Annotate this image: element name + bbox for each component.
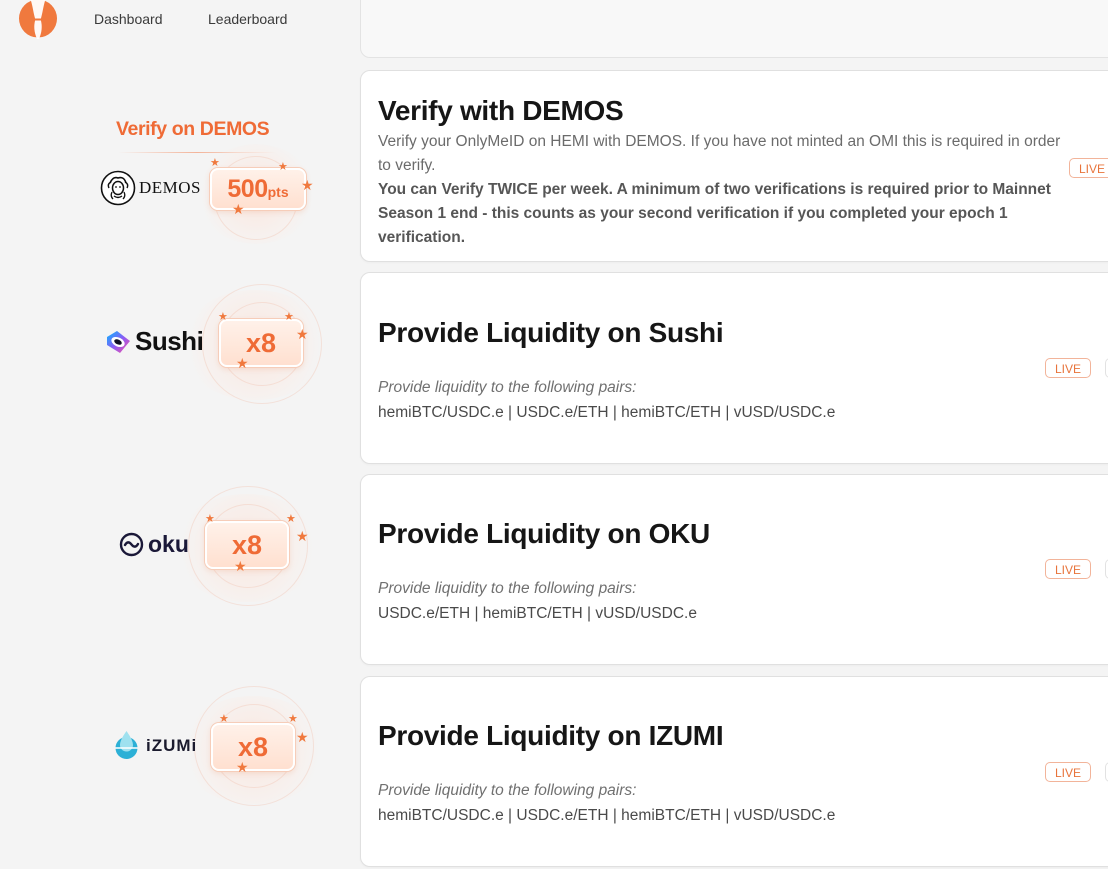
quest-card-izumi[interactable]: Provide Liquidity on IZUMI Provide liqui… (360, 676, 1108, 867)
izumi-drop-icon (115, 731, 138, 759)
star-icon: ★ (286, 513, 296, 525)
quest-promo-demos: Verify on DEMOS DEMOS 500pts ★ ★ ★ ★ (0, 118, 360, 268)
sushi-icon (107, 331, 130, 353)
star-icon: ★ (278, 161, 288, 173)
nav-dashboard[interactable]: Dashboard (94, 11, 163, 27)
quest-description: Verify your OnlyMeID on HEMI with DEMOS.… (378, 133, 1061, 174)
reward-badge: x8 (211, 723, 295, 771)
star-icon: ★ (284, 311, 294, 323)
reward-value: 500 (227, 175, 268, 203)
star-icon: ★ (236, 759, 249, 775)
demos-medusa-icon (100, 170, 136, 206)
live-badge: LIVE (1045, 358, 1092, 378)
quest-note: You can Verify TWICE per week. A minimum… (378, 181, 1051, 246)
quest-promo-sushi: Sushi x8 ★ ★ ★ ★ (0, 282, 360, 452)
quest-subtitle: Provide liquidity to the following pairs… (378, 379, 637, 396)
reward-unit: pts (267, 184, 289, 200)
star-icon: ★ (210, 157, 220, 169)
top-nav: Dashboard Leaderboard (0, 0, 360, 50)
star-icon: ★ (288, 713, 298, 725)
star-icon: ★ (205, 513, 215, 525)
brand-name: iZUMi (146, 736, 198, 755)
brand-name: DEMOS (139, 178, 202, 197)
reward-value: x8 (245, 328, 277, 358)
quest-pairs: USDC.e/ETH | hemiBTC/ETH | vUSD/USDC.e (378, 605, 697, 622)
star-icon: ★ (296, 528, 309, 544)
quest-title: Provide Liquidity on OKU (378, 518, 710, 549)
live-badge: LIVE (1069, 158, 1108, 178)
nav-leaderboard[interactable]: Leaderboard (208, 11, 287, 27)
quest-pairs: hemiBTC/USDC.e | USDC.e/ETH | hemiBTC/ET… (378, 404, 836, 421)
promo-title: Verify on DEMOS (116, 118, 270, 140)
quest-title: Provide Liquidity on Sushi (378, 317, 724, 348)
quest-subtitle: Provide liquidity to the following pairs… (378, 580, 637, 597)
quest-card-oku[interactable]: Provide Liquidity on OKU Provide liquidi… (360, 474, 1108, 665)
quest-pairs: hemiBTC/USDC.e | USDC.e/ETH | hemiBTC/ET… (378, 807, 836, 824)
quest-promo-oku: oku x8 ★ ★ ★ ★ (0, 484, 360, 654)
quest-title: Provide Liquidity on IZUMI (378, 720, 724, 751)
quest-promo-izumi: iZUMi x8 ★ ★ ★ ★ (0, 686, 360, 856)
brand-name: Sushi (135, 326, 204, 356)
star-icon: ★ (219, 713, 229, 725)
oku-icon (119, 532, 144, 557)
quest-subtitle: Provide liquidity to the following pairs… (378, 782, 637, 799)
reward-value: x8 (237, 732, 269, 762)
reward-badge: x8 (205, 521, 289, 569)
star-icon: ★ (232, 201, 245, 217)
quest-title: Verify with DEMOS (378, 95, 624, 126)
reward-badge: x8 (219, 319, 303, 367)
hemi-logo-icon[interactable] (18, 0, 58, 39)
star-icon: ★ (296, 729, 309, 745)
live-badge: LIVE (1045, 762, 1092, 782)
star-icon: ★ (236, 355, 249, 371)
brand-name: oku (148, 531, 189, 557)
live-badge: LIVE (1045, 559, 1092, 579)
quest-card-sushi[interactable]: Provide Liquidity on Sushi Provide liqui… (360, 272, 1108, 464)
quest-card-previous[interactable] (360, 0, 1108, 58)
reward-value: x8 (231, 530, 263, 560)
star-icon: ★ (218, 311, 228, 323)
star-icon: ★ (301, 177, 314, 193)
reward-badge: 500pts (210, 168, 306, 210)
star-icon: ★ (296, 326, 309, 342)
star-icon: ★ (234, 558, 247, 574)
quest-card-demos[interactable]: Verify with DEMOS Verify your OnlyMeID o… (360, 70, 1108, 262)
